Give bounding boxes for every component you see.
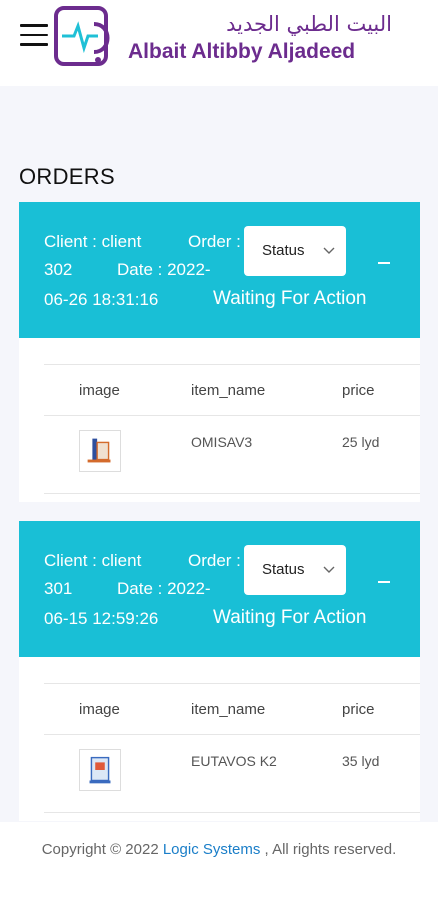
footer-company-link[interactable]: Logic Systems [163, 841, 261, 858]
status-select-label: Status [262, 242, 305, 259]
column-header-price: price [342, 382, 375, 399]
order-state: Waiting For Action [213, 288, 367, 309]
column-header-image: image [79, 382, 120, 399]
column-header-item-name: item_name [191, 701, 266, 718]
hamburger-menu-icon[interactable] [20, 24, 48, 48]
collapse-button[interactable] [375, 258, 393, 268]
order-date-label: Date : 2022- [117, 260, 211, 279]
order-card: Client : client 302 Order : Date : 2022-… [19, 202, 420, 502]
product-thumbnail[interactable] [79, 430, 121, 472]
table-header: image item_name price [44, 364, 420, 416]
order-card: Client : client 301 Order : Date : 2022-… [19, 521, 420, 821]
status-select[interactable]: Status [244, 545, 346, 595]
item-price: 35 lyd [342, 753, 380, 769]
page-title: ORDERS [19, 164, 115, 189]
table-row: OMISAV3 25 lyd [44, 416, 420, 494]
order-items-table: image item_name price OMISAV3 25 lyd [44, 364, 420, 494]
brand-logo[interactable]: البيت الطبي الجديد Albait Altibby Aljade… [54, 6, 394, 70]
footer-copyright-suffix: , All rights reserved. [260, 841, 397, 858]
order-datetime: 06-26 18:31:16 [44, 290, 159, 309]
column-header-image: image [79, 701, 120, 718]
footer: Copyright © 2022 Logic Systems , All rig… [0, 822, 438, 900]
order-date-label: Date : 2022- [117, 579, 211, 598]
logo-english-text: Albait Altibby Aljadeed [128, 40, 356, 63]
chevron-down-icon [323, 247, 335, 254]
chevron-down-icon [323, 566, 335, 573]
logo-mark-icon [54, 6, 110, 66]
status-select[interactable]: Status [244, 226, 346, 276]
order-datetime: 06-15 12:59:26 [44, 609, 159, 628]
footer-copyright-prefix: Copyright © 2022 [41, 841, 163, 858]
order-state: Waiting For Action [213, 607, 367, 628]
order-items-table: image item_name price EUTAVOS K2 35 lyd [44, 683, 420, 813]
item-name: EUTAVOS K2 [191, 753, 277, 769]
order-header: Client : client 301 Order : Date : 2022-… [19, 521, 420, 657]
product-thumbnail[interactable] [79, 749, 121, 791]
column-header-price: price [342, 701, 375, 718]
order-label: Order : [188, 551, 241, 570]
status-select-label: Status [262, 561, 305, 578]
column-header-item-name: item_name [191, 382, 266, 399]
order-label: Order : [188, 232, 241, 251]
item-price: 25 lyd [342, 434, 380, 450]
logo-arabic-text: البيت الطبي الجديد [226, 12, 392, 36]
table-header: image item_name price [44, 683, 420, 735]
item-name: OMISAV3 [191, 434, 253, 450]
order-header: Client : client 302 Order : Date : 2022-… [19, 202, 420, 338]
app-header: البيت الطبي الجديد Albait Altibby Aljade… [0, 0, 438, 86]
table-row: EUTAVOS K2 35 lyd [44, 735, 420, 813]
collapse-button[interactable] [375, 577, 393, 587]
